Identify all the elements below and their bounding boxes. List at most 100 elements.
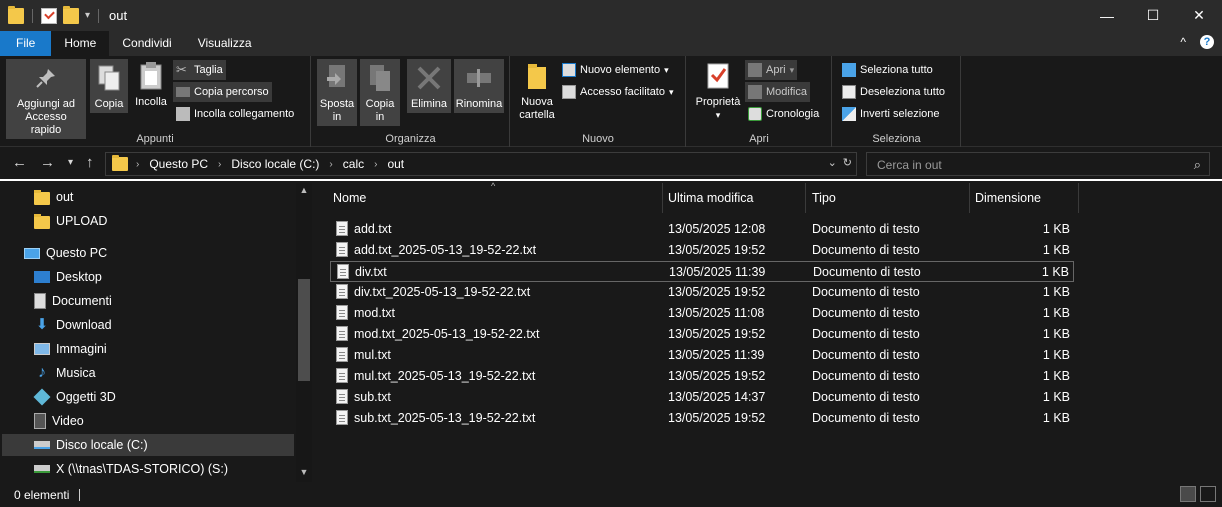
forward-button[interactable]: → — [40, 154, 55, 171]
edit-button[interactable]: Modifica — [745, 82, 810, 102]
scroll-thumb[interactable] — [298, 279, 310, 381]
column-header-modified[interactable]: Ultima modifica — [662, 183, 806, 213]
breadcrumb-separator[interactable]: › — [329, 159, 332, 170]
tab-view[interactable]: Visualizza — [185, 31, 265, 56]
new-item-label: Nuovo elemento — [580, 64, 661, 76]
easy-access-label: Accesso facilitato — [580, 86, 665, 98]
paste-shortcut-button[interactable]: Incolla collegamento — [173, 104, 297, 124]
search-icon[interactable]: ⌕ — [1194, 157, 1201, 173]
search-box[interactable]: Cerca in out ⌕ — [866, 152, 1210, 176]
table-row[interactable]: mul.txt 13/05/2025 11:39 Documento di test… — [330, 345, 1074, 366]
select-all-button[interactable]: Seleziona tutto — [839, 60, 936, 80]
copy-to-icon — [364, 61, 396, 95]
breadcrumb-separator[interactable]: › — [218, 159, 221, 170]
collapse-ribbon-icon[interactable]: ^ — [1180, 35, 1186, 49]
table-row[interactable]: mod.txt_2025-05-13_19-52-22.txt 13/05/202… — [330, 324, 1074, 345]
rename-button[interactable]: Rinomina — [454, 59, 504, 113]
column-header-name[interactable]: Nome — [327, 183, 663, 213]
maximize-button[interactable]: ☐ — [1130, 0, 1176, 31]
breadcrumb-calc[interactable]: calc — [343, 157, 364, 171]
chevron-down-icon: ▾ — [668, 86, 674, 97]
properties-button[interactable]: Proprietà ▾ — [691, 59, 745, 122]
table-row[interactable]: sub.txt 13/05/2025 14:37 Documento di test… — [330, 387, 1074, 408]
breadcrumb-separator[interactable]: › — [136, 159, 139, 170]
large-icons-view-icon[interactable] — [1200, 486, 1216, 502]
address-bar[interactable]: › Questo PC › Disco locale (C:) › calc ›… — [105, 152, 857, 176]
file-type: Documento di testo — [812, 390, 920, 404]
scroll-down-icon[interactable]: ▼ — [296, 467, 312, 477]
column-header-size[interactable]: Dimensione — [969, 183, 1079, 213]
history-button[interactable]: Cronologia — [745, 104, 822, 124]
cut-button[interactable]: ✂ Taglia — [173, 60, 226, 80]
table-row[interactable]: mul.txt_2025-05-13_19-52-22.txt 13/05/202… — [330, 366, 1074, 387]
file-modified: 13/05/2025 11:39 — [669, 265, 766, 279]
nav-pane-scrollbar[interactable]: ▲ ▼ — [296, 183, 312, 482]
move-to-button[interactable]: Sposta in — [317, 59, 357, 126]
copy-to-button[interactable]: Copia in — [360, 59, 400, 126]
group-label-open: Apri — [749, 133, 769, 145]
nav-item-pictures[interactable]: Immagini — [34, 338, 294, 360]
file-name: add.txt_2025-05-13_19-52-22.txt — [354, 243, 537, 257]
close-button[interactable]: ✕ — [1176, 0, 1222, 31]
back-button[interactable]: ← — [12, 154, 27, 171]
delete-label: Elimina — [410, 98, 448, 110]
nav-item-upload[interactable]: UPLOAD — [34, 210, 294, 232]
nav-item-label: UPLOAD — [56, 214, 108, 228]
file-name: add.txt — [354, 222, 392, 236]
nav-item-local-disk[interactable]: Disco locale (C:) — [2, 434, 294, 456]
divider — [79, 488, 81, 501]
nav-item-3d-objects[interactable]: Oggetti 3D — [33, 386, 294, 408]
nav-item-this-pc[interactable]: Questo PC — [24, 242, 294, 264]
window-controls: — ☐ ✕ — [1084, 0, 1222, 31]
nav-item-download[interactable]: ⬇ Download — [34, 314, 294, 336]
table-row[interactable]: sub.txt_2025-05-13_19-52-22.txt 13/05/202… — [330, 408, 1074, 429]
copy-path-button[interactable]: Copia percorso — [173, 82, 272, 102]
chevron-down-icon[interactable]: ▾ — [85, 10, 90, 21]
table-row[interactable]: add.txt 13/05/2025 12:08 Documento di test… — [330, 219, 1074, 240]
breadcrumb-local-disk[interactable]: Disco locale (C:) — [231, 157, 319, 171]
nav-item-desktop[interactable]: Desktop — [34, 266, 294, 288]
minimize-button[interactable]: — — [1084, 0, 1130, 31]
select-all-label: Seleziona tutto — [860, 64, 933, 76]
breadcrumb-out[interactable]: out — [387, 157, 404, 171]
pin-quick-access-button[interactable]: Aggiungi ad Accesso rapido — [6, 59, 86, 139]
refresh-icon[interactable]: ↻ — [843, 156, 852, 169]
open-button[interactable]: Apri ▾ — [745, 60, 798, 80]
column-header-type[interactable]: Tipo — [806, 183, 970, 213]
nav-item-out[interactable]: out — [34, 186, 294, 208]
nav-item-music[interactable]: ♪ Musica — [34, 362, 294, 384]
breadcrumb-this-pc[interactable]: Questo PC — [149, 157, 208, 171]
file-modified: 13/05/2025 19:52 — [668, 327, 766, 341]
delete-button[interactable]: Elimina — [407, 59, 451, 113]
copy-button[interactable]: Copia — [90, 59, 128, 113]
table-row[interactable]: div.txt_2025-05-13_19-52-22.txt 13/05/202… — [330, 282, 1074, 303]
help-icon[interactable]: ? — [1200, 35, 1214, 49]
nav-item-documents[interactable]: Documenti — [34, 290, 294, 312]
breadcrumb-separator[interactable]: › — [374, 159, 377, 170]
new-folder-icon[interactable] — [63, 5, 79, 24]
recent-locations-button[interactable]: ▾ — [68, 157, 73, 168]
chevron-down-icon[interactable]: ⌄ — [828, 156, 837, 169]
file-size: 1 KB — [1042, 411, 1070, 425]
easy-access-button[interactable]: Accesso facilitato ▾ — [559, 82, 677, 102]
new-item-button[interactable]: Nuovo elemento ▾ — [559, 60, 672, 80]
up-button[interactable]: ↑ — [86, 154, 94, 171]
select-none-button[interactable]: Deseleziona tutto — [839, 82, 948, 102]
easy-access-icon — [562, 85, 576, 99]
details-view-icon[interactable] — [1180, 486, 1196, 502]
tab-file[interactable]: File — [0, 31, 52, 56]
new-folder-button[interactable]: Nuova cartella — [515, 59, 559, 122]
file-type: Documento di testo — [812, 411, 920, 425]
invert-selection-button[interactable]: Inverti selezione — [839, 104, 943, 124]
table-row[interactable]: mod.txt 13/05/2025 11:08 Documento di test… — [330, 303, 1074, 324]
nav-item-network-drive[interactable]: X (\\tnas\TDAS-STORICO) (S:) — [34, 458, 294, 480]
tab-home[interactable]: Home — [51, 31, 110, 56]
search-input[interactable]: Cerca in out — [877, 158, 942, 172]
properties-icon[interactable] — [41, 7, 57, 24]
table-row[interactable]: add.txt_2025-05-13_19-52-22.txt 13/05/202… — [330, 240, 1074, 261]
scroll-up-icon[interactable]: ▲ — [296, 185, 312, 195]
nav-item-video[interactable]: Video — [34, 410, 294, 432]
paste-button[interactable]: Incolla — [131, 59, 171, 109]
tab-share[interactable]: Condividi — [109, 31, 184, 56]
table-row[interactable]: div.txt 13/05/2025 11:39 Documento di test… — [330, 261, 1074, 282]
